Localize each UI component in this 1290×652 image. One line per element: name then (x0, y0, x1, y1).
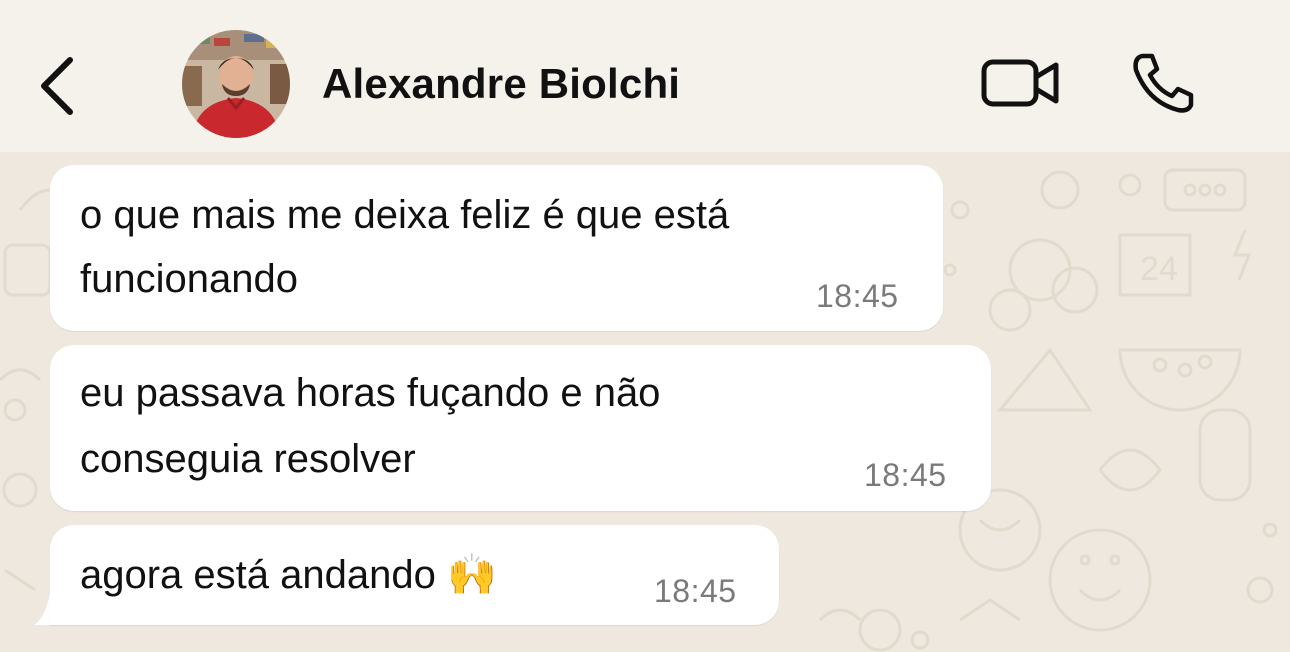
message-text-line: o que mais me deixa feliz é que está (80, 193, 730, 237)
message-text-line: agora está andando 🙌 (80, 553, 497, 597)
video-call-button[interactable] (978, 50, 1064, 116)
video-camera-icon (981, 59, 1059, 107)
message-text-line: eu passava horas fuçando e não (80, 371, 661, 415)
message-bubble[interactable]: eu passava horas fuçando e não conseguia… (50, 345, 991, 511)
back-button[interactable] (30, 50, 90, 120)
contact-avatar[interactable] (182, 30, 290, 138)
voice-call-button[interactable] (1128, 50, 1200, 116)
contact-name[interactable]: Alexandre Biolchi (322, 60, 680, 108)
message-text-line: funcionando (80, 257, 298, 301)
message-bubble[interactable]: o que mais me deixa feliz é que está fun… (50, 165, 943, 331)
message-bubble[interactable]: agora está andando 🙌 18:45 (50, 525, 779, 625)
message-text-line: conseguia resolver (80, 437, 416, 481)
message-timestamp: 18:45 (654, 573, 737, 609)
message-timestamp: 18:45 (864, 457, 947, 493)
phone-icon (1133, 53, 1194, 113)
chat-header: Alexandre Biolchi (0, 0, 1290, 152)
chevron-left-icon (41, 57, 73, 115)
svg-text:24: 24 (1140, 250, 1178, 288)
message-timestamp: 18:45 (816, 278, 899, 314)
